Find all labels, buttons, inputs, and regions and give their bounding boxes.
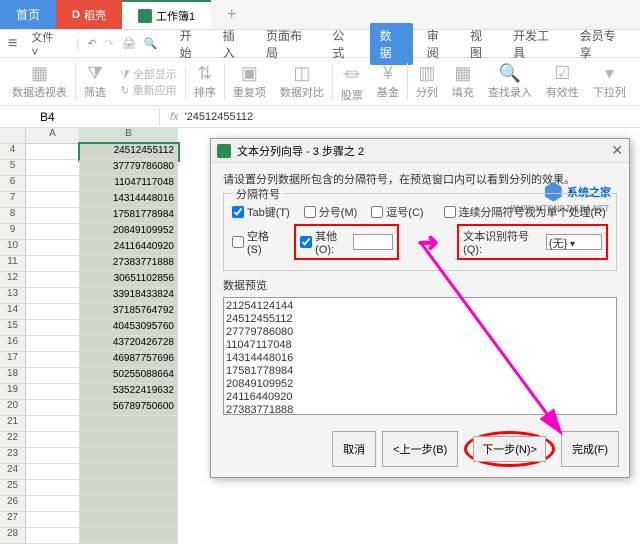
tool-showall[interactable]: ⧩ 全部显示↻ 重新应用	[114, 66, 186, 98]
tool-dropdown[interactable]: ▾下拉列	[587, 63, 632, 100]
menu-dev[interactable]: 开发工具	[507, 24, 565, 64]
chk-semicolon[interactable]: 分号(M)	[304, 204, 358, 220]
preview-pane: 21254124144 24512455112 27779786080 1104…	[223, 297, 617, 415]
preview-icon[interactable]: 🔍	[144, 37, 158, 50]
menu-layout[interactable]: 页面布局	[260, 24, 318, 64]
save-icon[interactable]: 🖨	[122, 37, 136, 50]
close-icon[interactable]: ✕	[611, 142, 623, 159]
menu-start[interactable]: 开始	[174, 24, 209, 64]
cell[interactable]: 40453095760	[80, 320, 178, 336]
tool-findin[interactable]: 🔍查找录入	[482, 63, 538, 100]
chk-comma[interactable]: 逗号(C)	[371, 204, 423, 220]
excel-icon	[138, 9, 152, 23]
tool-sort[interactable]: ⇅排序	[188, 63, 225, 100]
menu-review[interactable]: 审阅	[421, 24, 456, 64]
redo-icon[interactable]: ↷	[105, 37, 114, 50]
cell[interactable]	[80, 512, 178, 528]
highlight-textqual: 文本识别符号(Q): {无} ▾	[457, 224, 608, 260]
text-qualifier-label: 文本识别符号(Q):	[463, 228, 542, 256]
data-grid[interactable]: 24512455112 37779786080 11047117048 1431…	[26, 144, 178, 544]
cell-reference[interactable]: B4	[0, 108, 160, 126]
cell[interactable]: 56789750600	[80, 400, 178, 416]
menu-file[interactable]: 文件 ˅	[25, 26, 68, 62]
chk-consecutive[interactable]: 连续分隔符号视为单个处理(R)	[444, 204, 606, 220]
other-delimiter-input[interactable]	[353, 234, 393, 250]
cell[interactable]: 30651102856	[80, 272, 178, 288]
cell[interactable]	[80, 448, 178, 464]
next-button[interactable]: 下一步(N)>	[473, 436, 546, 462]
cell[interactable]: 17581778984	[80, 208, 178, 224]
menu-vip[interactable]: 会员专享	[574, 24, 632, 64]
tool-fund[interactable]: ¥基金	[371, 63, 408, 100]
tool-split[interactable]: ▥分列	[410, 63, 444, 100]
tool-dup[interactable]: ▣重复项	[227, 63, 272, 100]
menu-data[interactable]: 数据	[370, 23, 413, 65]
tool-pivot[interactable]: ▦数据透视表	[6, 63, 76, 100]
cell[interactable]: 50255088664	[80, 368, 178, 384]
excel-icon	[217, 144, 231, 158]
cell[interactable]: 33918433824	[80, 288, 178, 304]
cell[interactable]	[80, 464, 178, 480]
dialog-title: 文本分列向导 - 3 步骤之 2	[237, 143, 364, 159]
cell[interactable]	[80, 528, 178, 544]
arrow-annotation: ➜	[417, 227, 439, 258]
menu-view[interactable]: 视图	[464, 24, 499, 64]
cell[interactable]: 43720426728	[80, 336, 178, 352]
undo-icon[interactable]: ↶	[87, 37, 96, 50]
chk-tab[interactable]: Tab键(T)	[232, 204, 290, 220]
text-split-wizard-dialog: 文本分列向导 - 3 步骤之 2 ✕ ⬢系统之家 WWW.XITONGZHIJI…	[210, 138, 630, 478]
highlight-other: 其他(O):	[294, 224, 399, 260]
cell[interactable]: 53522419632	[80, 384, 178, 400]
menu-insert[interactable]: 插入	[217, 24, 252, 64]
cell[interactable]	[80, 496, 178, 512]
highlight-next: 下一步(N)>	[464, 431, 555, 467]
tool-filter[interactable]: ⧩筛选	[78, 63, 112, 100]
fx-icon[interactable]: fx	[170, 111, 179, 123]
cell[interactable]: 27383771888	[80, 256, 178, 272]
group-delimiter-label: 分隔符号	[232, 186, 284, 202]
cell[interactable]: 14314448016	[80, 192, 178, 208]
row-headers: 4567891011121314151617181920212223242526…	[0, 128, 26, 544]
group-preview-label: 数据预览	[223, 280, 267, 292]
tool-cmp[interactable]: ◫数据对比	[274, 63, 333, 100]
tool-stock[interactable]: ⏛股票	[335, 61, 369, 103]
hamburger-icon[interactable]: ≡	[8, 35, 17, 53]
finish-button[interactable]: 完成(F)	[561, 431, 619, 467]
tool-fill[interactable]: ▦填充	[446, 63, 480, 100]
cell[interactable]: 37185764792	[80, 304, 178, 320]
cell[interactable]: 46987757696	[80, 352, 178, 368]
col-headers: AB	[26, 128, 178, 144]
cancel-button[interactable]: 取消	[332, 431, 376, 467]
back-button[interactable]: <上一步(B)	[382, 431, 458, 467]
cell[interactable]	[80, 432, 178, 448]
cell[interactable]: 37779786080	[80, 160, 178, 176]
tool-valid[interactable]: ☑有效性	[540, 63, 585, 100]
cell[interactable]: 11047117048	[80, 176, 178, 192]
cell[interactable]: 24512455112	[80, 144, 178, 160]
chk-other[interactable]: 其他(O):	[300, 228, 349, 256]
text-qualifier-select[interactable]: {无} ▾	[546, 234, 602, 250]
cell[interactable]	[80, 416, 178, 432]
cell[interactable]	[80, 480, 178, 496]
chk-space[interactable]: 空格(S)	[232, 228, 280, 256]
menu-formula[interactable]: 公式	[326, 24, 361, 64]
cell[interactable]: 24116440920	[80, 240, 178, 256]
formula-value[interactable]: '24512455112	[185, 111, 254, 123]
cell[interactable]: 20849109952	[80, 224, 178, 240]
